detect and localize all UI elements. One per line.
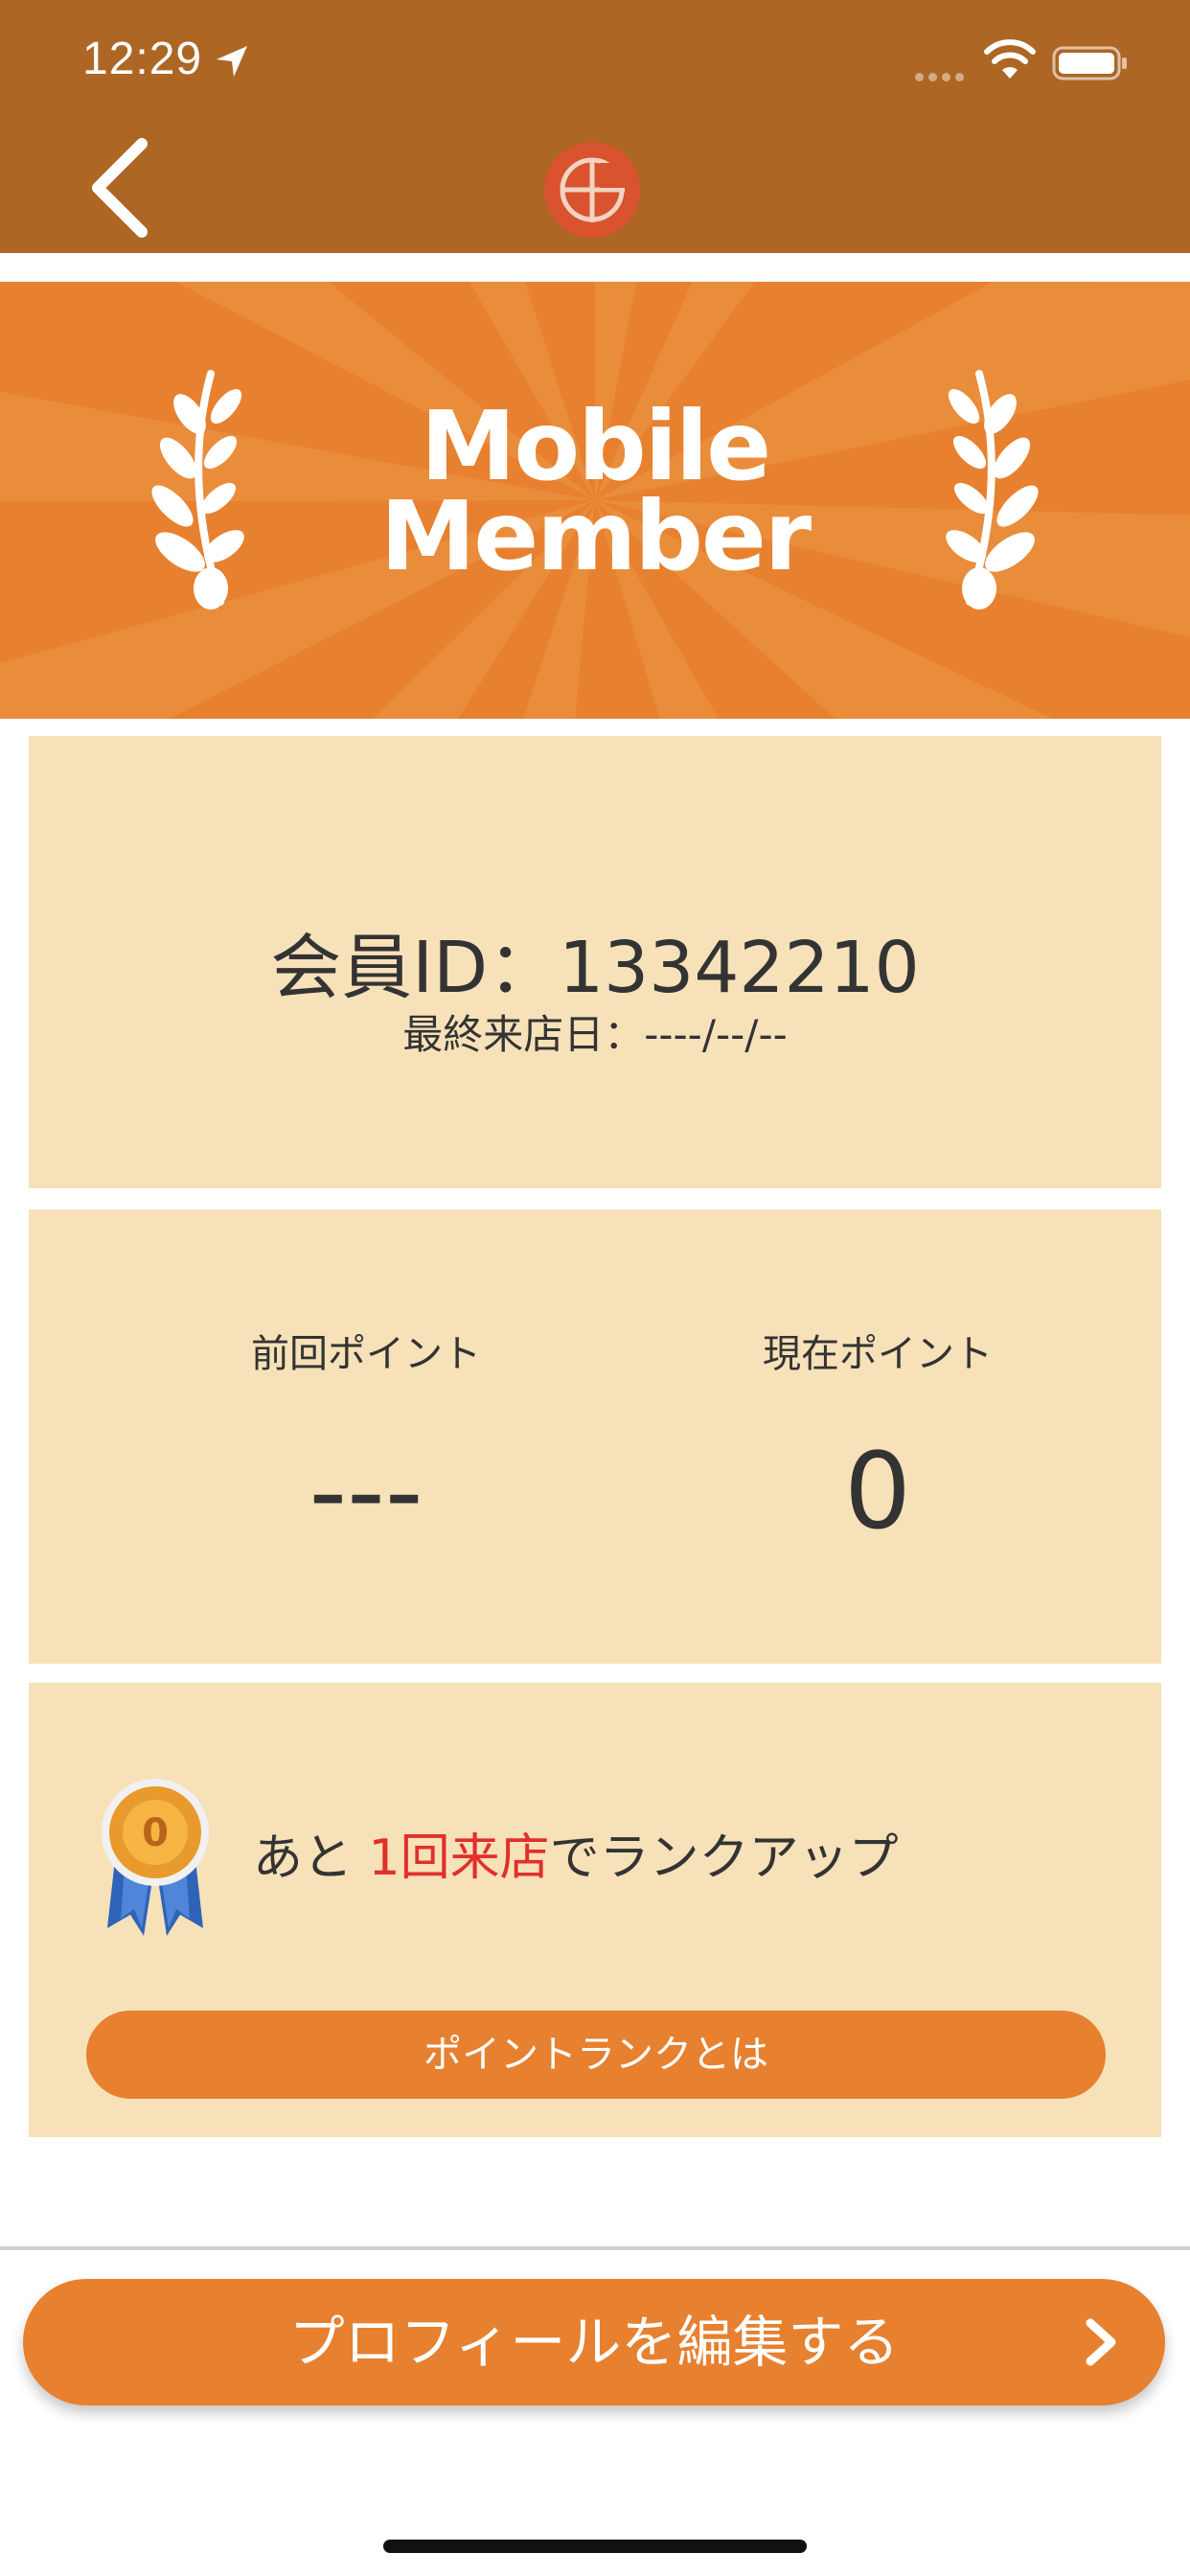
location-arrow-icon — [217, 46, 247, 77]
rank-card: 0 あと 1回来店でランクアップ ポイントランクとは — [29, 1683, 1161, 2137]
points-card: 前回ポイント --- 現在ポイント 0 — [29, 1209, 1161, 1664]
previous-points-value: --- — [309, 1430, 423, 1552]
footer-divider — [0, 2246, 1190, 2250]
back-button[interactable] — [77, 134, 172, 249]
edit-profile-button[interactable]: プロフィールを編集する — [23, 2279, 1165, 2405]
current-points-value: 0 — [844, 1430, 911, 1552]
last-visit-date: 最終来店日：----/--/-- — [402, 1011, 788, 1058]
medal-icon: 0 — [102, 1779, 209, 1936]
previous-points-label: 前回ポイント — [251, 1332, 481, 1376]
wifi-icon — [984, 39, 1036, 79]
edit-profile-label: プロフィールを編集する — [288, 2310, 900, 2375]
medal-number: 0 — [142, 1811, 169, 1855]
rank-suffix: でランクアップ — [549, 1829, 899, 1887]
cellular-signal-icon — [915, 67, 969, 85]
laurel-right-icon — [946, 370, 1039, 610]
rank-up-message: あと 1回来店でランクアップ — [253, 1817, 899, 1889]
member-id: 会員ID：13342210 — [270, 927, 920, 1009]
brand-logo — [544, 142, 640, 238]
battery-icon — [1052, 46, 1127, 80]
member-id-card: 会員ID：13342210 最終来店日：----/--/-- — [29, 736, 1161, 1188]
point-rank-info-button[interactable]: ポイントランクとは — [86, 2011, 1106, 2099]
chevron-right-icon — [1086, 2318, 1116, 2366]
status-time: 12:29 — [82, 34, 203, 84]
rank-prefix: あと — [253, 1829, 369, 1887]
chevron-left-icon — [92, 138, 148, 238]
rank-highlight: 1回来店 — [368, 1829, 550, 1887]
home-indicator[interactable] — [383, 2540, 807, 2553]
current-points-label: 現在ポイント — [763, 1332, 993, 1376]
laurel-left-icon — [151, 370, 244, 610]
